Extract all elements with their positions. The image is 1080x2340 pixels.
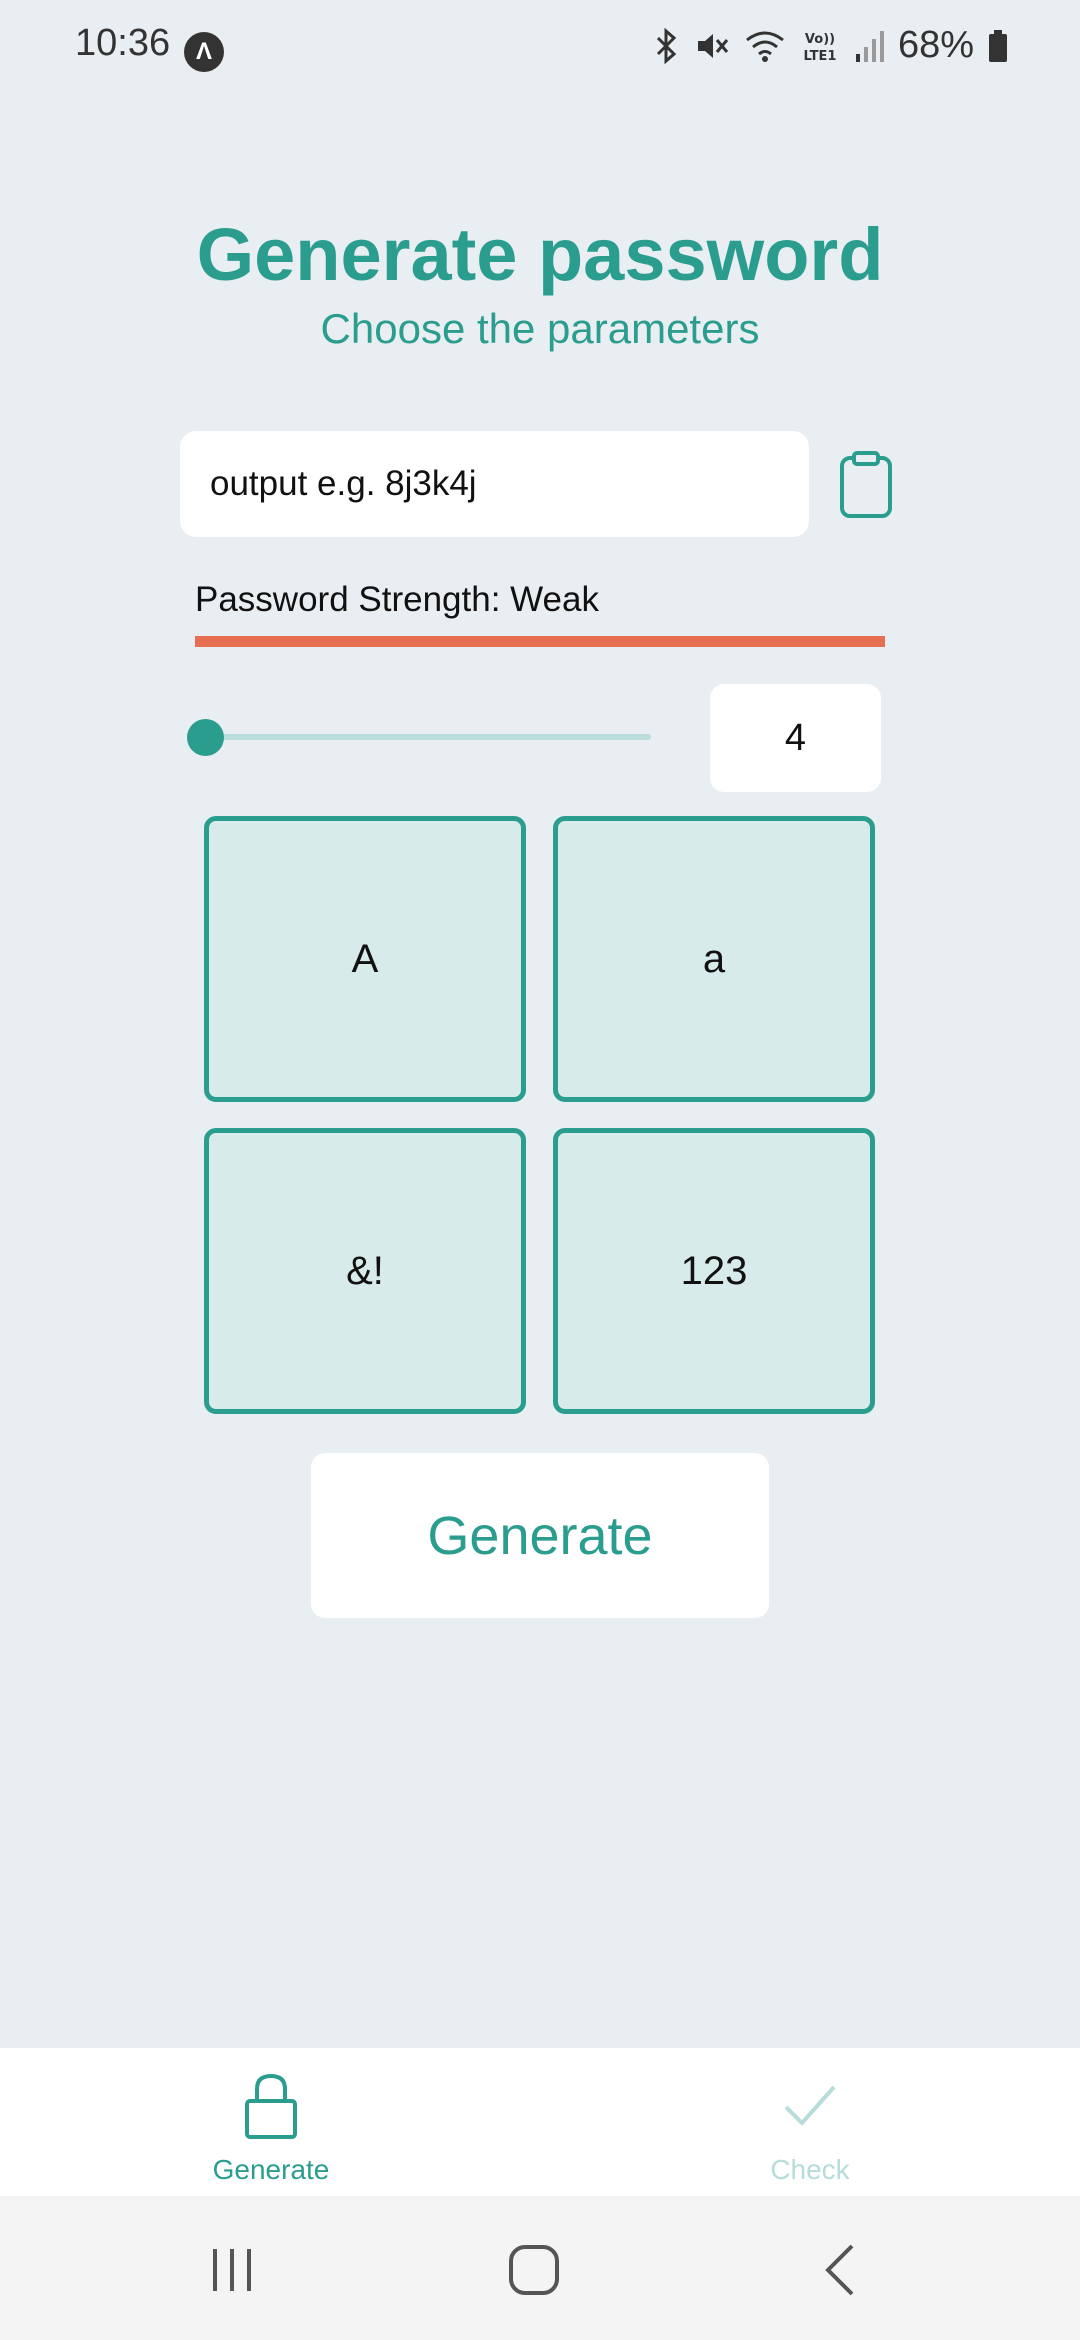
tab-generate[interactable]: Generate (121, 2048, 421, 2196)
bluetooth-icon (656, 27, 677, 64)
uppercase-toggle[interactable]: A (204, 816, 526, 1102)
symbols-toggle[interactable]: &! (204, 1128, 526, 1414)
volte-icon: Vo)) LTE1 (803, 32, 836, 64)
length-slider-track[interactable] (205, 734, 651, 740)
expo-icon: Λ (184, 32, 224, 72)
clipboard-icon[interactable] (838, 450, 894, 520)
battery-icon (989, 29, 1007, 62)
svg-text:LTE1: LTE1 (803, 49, 836, 64)
password-strength-bar (195, 636, 885, 647)
recents-icon[interactable] (192, 2230, 272, 2310)
lowercase-toggle[interactable]: a (553, 816, 875, 1102)
wifi-icon (746, 31, 784, 62)
check-icon (782, 2066, 838, 2146)
battery-percent: 68% (897, 24, 974, 66)
back-icon[interactable] (800, 2230, 880, 2310)
bottom-tab-bar: Generate Check (0, 2048, 1080, 2196)
generate-button[interactable]: Generate (311, 1453, 769, 1618)
tab-check-label: Check (770, 2154, 850, 2185)
tab-generate-label: Generate (212, 2154, 330, 2185)
signal-icon (855, 30, 884, 62)
tab-check[interactable]: Check (660, 2048, 960, 2196)
length-value-box[interactable]: 4 (710, 684, 881, 792)
svg-text:Vo)): Vo)) (805, 32, 835, 47)
password-strength-label: Password Strength: Weak (195, 580, 599, 619)
password-output-field[interactable]: output e.g. 8j3k4j (180, 431, 809, 537)
page-subtitle: Choose the parameters (320, 305, 760, 352)
status-time: 10:36 (75, 22, 171, 64)
status-icons: Vo)) LTE1 68% (652, 24, 1008, 67)
lock-icon (243, 2066, 299, 2146)
length-slider-thumb[interactable] (187, 719, 224, 756)
home-icon[interactable] (494, 2230, 574, 2310)
page-title: Generate password (196, 213, 884, 296)
mute-icon (697, 33, 729, 58)
numbers-toggle[interactable]: 123 (553, 1128, 875, 1414)
